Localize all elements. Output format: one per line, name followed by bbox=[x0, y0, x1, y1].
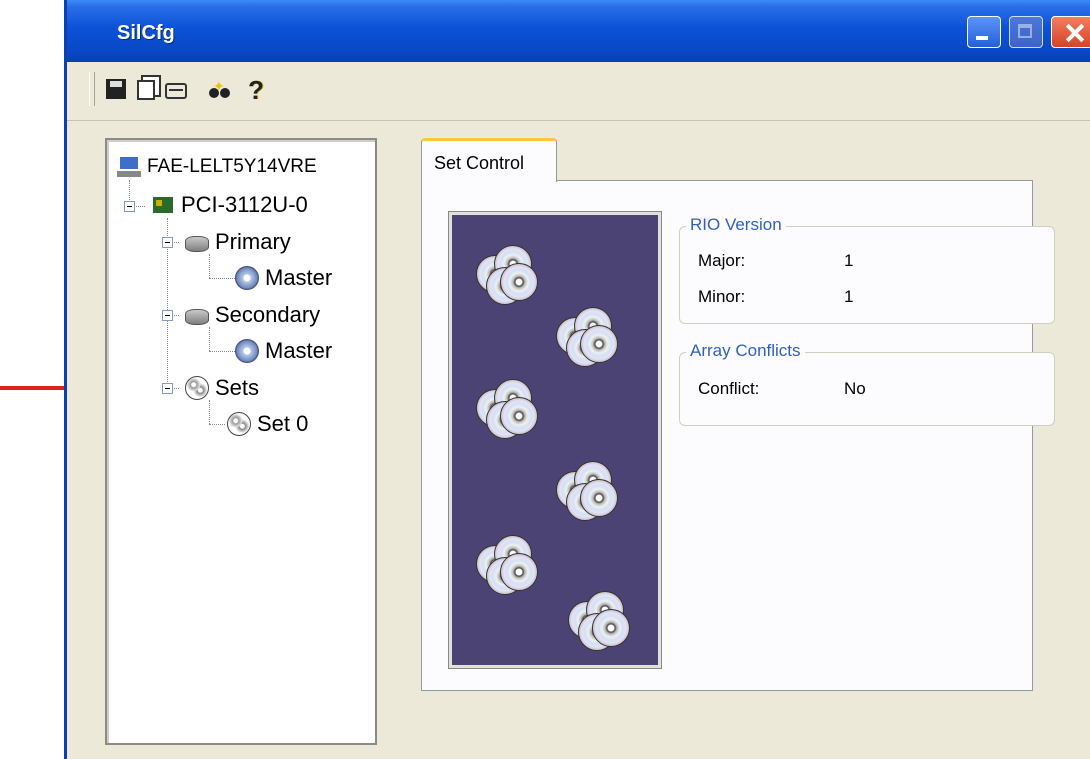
primary-collapse-toggle[interactable] bbox=[162, 237, 173, 248]
tree-item-label: Set 0 bbox=[257, 411, 309, 436]
sets-icon bbox=[185, 376, 209, 400]
group-title: RIO Version bbox=[686, 215, 786, 235]
app-window: SilCfg ✦ ? FAE-LELT5Y14VRE PCI-3112U-0 P… bbox=[64, 0, 1090, 759]
array-conflicts-group: Array Conflicts Conflict: No bbox=[679, 341, 1055, 426]
conflict-label: Conflict: bbox=[698, 379, 760, 398]
tree-item-secondary-master[interactable]: Master bbox=[235, 336, 332, 366]
cd-stack-image bbox=[564, 591, 630, 653]
channel-icon bbox=[185, 309, 209, 325]
close-button[interactable] bbox=[1051, 16, 1090, 48]
tree-item-set-0[interactable]: Set 0 bbox=[227, 409, 308, 439]
tree-item-computer[interactable]: FAE-LELT5Y14VRE bbox=[117, 152, 317, 182]
find-icon[interactable]: ✦ bbox=[207, 76, 233, 104]
tree-item-label: Primary bbox=[215, 229, 291, 254]
tree-item-label: Secondary bbox=[215, 302, 321, 327]
conflict-value: No bbox=[844, 379, 866, 398]
save-icon[interactable] bbox=[103, 76, 129, 104]
cd-stack-image bbox=[472, 245, 538, 307]
controller-card-icon bbox=[151, 193, 175, 217]
tree-item-label: FAE-LELT5Y14VRE bbox=[147, 156, 317, 177]
secondary-collapse-toggle[interactable] bbox=[162, 310, 173, 321]
tree-item-label: PCI-3112U-0 bbox=[181, 192, 308, 217]
tree-item-label: Sets bbox=[215, 375, 260, 400]
tree-item-controller[interactable]: PCI-3112U-0 bbox=[151, 190, 308, 220]
tree-item-secondary[interactable]: Secondary bbox=[185, 300, 320, 330]
sets-collapse-toggle[interactable] bbox=[162, 383, 173, 394]
minimize-button[interactable] bbox=[967, 16, 1001, 48]
set-icon bbox=[227, 412, 251, 436]
tree-item-primary[interactable]: Primary bbox=[185, 227, 291, 257]
set-control-artwork bbox=[449, 212, 661, 668]
minor-label: Minor: bbox=[698, 287, 746, 306]
disk-icon bbox=[235, 339, 259, 363]
cd-stack-image bbox=[472, 379, 538, 441]
toolbar-grip[interactable] bbox=[89, 72, 95, 106]
computer-icon bbox=[117, 155, 141, 179]
tab-set-control[interactable]: Set Control bbox=[421, 138, 557, 182]
cd-stack-image bbox=[472, 535, 538, 597]
window-title: SilCfg bbox=[117, 22, 175, 44]
cd-stack-image bbox=[552, 307, 618, 369]
major-label: Major: bbox=[698, 251, 746, 270]
help-icon[interactable]: ? bbox=[243, 76, 269, 104]
print-icon[interactable] bbox=[163, 76, 189, 104]
cd-stack-image bbox=[552, 461, 618, 523]
tree-item-primary-master[interactable]: Master bbox=[235, 263, 332, 293]
title-bar[interactable]: SilCfg bbox=[67, 0, 1090, 62]
tree-item-label: Master bbox=[265, 265, 333, 290]
maximize-button[interactable] bbox=[1009, 16, 1043, 48]
channel-icon bbox=[185, 236, 209, 252]
rio-version-group: RIO Version Major: 1 Minor: 1 bbox=[679, 215, 1055, 324]
tab-label: Set Control bbox=[434, 153, 525, 173]
major-value: 1 bbox=[844, 251, 854, 270]
tree-item-label: Master bbox=[265, 338, 333, 363]
controller-collapse-toggle[interactable] bbox=[124, 201, 135, 212]
toolbar: ✦ ? bbox=[67, 62, 1090, 121]
disk-icon bbox=[235, 266, 259, 290]
group-title: Array Conflicts bbox=[686, 341, 805, 361]
tree-item-sets[interactable]: Sets bbox=[185, 373, 259, 403]
copy-icon[interactable] bbox=[133, 76, 159, 104]
minor-value: 1 bbox=[844, 287, 854, 306]
device-tree[interactable]: FAE-LELT5Y14VRE PCI-3112U-0 Primary Mast… bbox=[105, 138, 377, 745]
